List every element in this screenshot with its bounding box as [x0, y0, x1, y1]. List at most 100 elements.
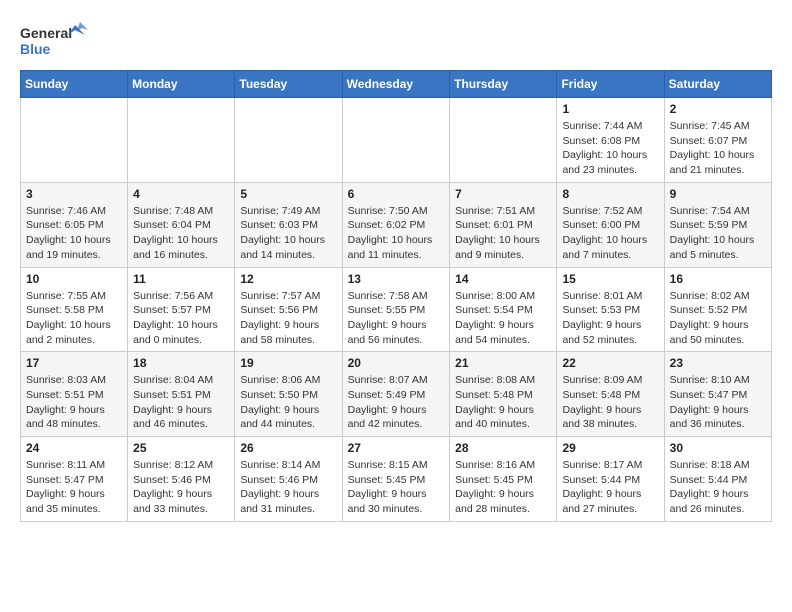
day-info: Sunrise: 8:04 AM Sunset: 5:51 PM Dayligh… [133, 373, 229, 432]
day-number: 27 [348, 441, 445, 455]
day-number: 24 [26, 441, 122, 455]
calendar-cell [450, 98, 557, 183]
calendar-week-1: 1Sunrise: 7:44 AM Sunset: 6:08 PM Daylig… [21, 98, 772, 183]
day-info: Sunrise: 8:17 AM Sunset: 5:44 PM Dayligh… [562, 458, 658, 517]
calendar-cell: 10 Sunrise: 7:55 AM Sunset: 5:58 PM Dayli… [21, 267, 128, 352]
day-number: 19 [240, 356, 336, 370]
calendar-cell: 18 Sunrise: 8:04 AM Sunset: 5:51 PM Dayli… [128, 352, 235, 437]
calendar-cell: 13 Sunrise: 7:58 AM Sunset: 5:55 PM Dayli… [342, 267, 450, 352]
day-number: 28 [455, 441, 551, 455]
day-info: Sunrise: 8:16 AM Sunset: 5:45 PM Dayligh… [455, 458, 551, 517]
day-info: Sunrise: 8:00 AM Sunset: 5:54 PM Dayligh… [455, 289, 551, 348]
day-info: Sunrise: 7:46 AM Sunset: 6:05 PM Dayligh… [26, 204, 122, 263]
day-info: Sunrise: 8:06 AM Sunset: 5:50 PM Dayligh… [240, 373, 336, 432]
calendar-cell: 2 Sunrise: 7:45 AM Sunset: 6:07 PM Daylig… [664, 98, 771, 183]
calendar-header-friday: Friday [557, 71, 664, 98]
page-header: GeneralBlue [20, 20, 772, 60]
calendar-cell: 4Sunrise: 7:48 AM Sunset: 6:04 PM Daylig… [128, 182, 235, 267]
calendar-cell: 14 Sunrise: 8:00 AM Sunset: 5:54 PM Dayli… [450, 267, 557, 352]
day-number: 10 [26, 272, 122, 286]
calendar-cell: 29 Sunrise: 8:17 AM Sunset: 5:44 PM Dayli… [557, 437, 664, 522]
day-number: 25 [133, 441, 229, 455]
calendar-cell: 28 Sunrise: 8:16 AM Sunset: 5:45 PM Dayli… [450, 437, 557, 522]
day-info: Sunrise: 7:50 AM Sunset: 6:02 PM Dayligh… [348, 204, 445, 263]
day-number: 2 [670, 102, 766, 116]
day-info: Sunrise: 8:07 AM Sunset: 5:49 PM Dayligh… [348, 373, 445, 432]
day-number: 12 [240, 272, 336, 286]
day-info: Sunrise: 7:51 AM Sunset: 6:01 PM Dayligh… [455, 204, 551, 263]
calendar-header-wednesday: Wednesday [342, 71, 450, 98]
calendar-cell: 27 Sunrise: 8:15 AM Sunset: 5:45 PM Dayli… [342, 437, 450, 522]
calendar-cell [128, 98, 235, 183]
day-number: 22 [562, 356, 658, 370]
logo: GeneralBlue [20, 20, 90, 60]
calendar-cell: 24 Sunrise: 8:11 AM Sunset: 5:47 PM Dayli… [21, 437, 128, 522]
calendar-cell: 25 Sunrise: 8:12 AM Sunset: 5:46 PM Dayli… [128, 437, 235, 522]
day-info: Sunrise: 7:57 AM Sunset: 5:56 PM Dayligh… [240, 289, 336, 348]
day-number: 9 [670, 187, 766, 201]
day-number: 6 [348, 187, 445, 201]
day-number: 17 [26, 356, 122, 370]
day-info: Sunrise: 8:09 AM Sunset: 5:48 PM Dayligh… [562, 373, 658, 432]
calendar-table: SundayMondayTuesdayWednesdayThursdayFrid… [20, 70, 772, 522]
calendar-header-tuesday: Tuesday [235, 71, 342, 98]
day-info: Sunrise: 7:58 AM Sunset: 5:55 PM Dayligh… [348, 289, 445, 348]
calendar-cell: 12 Sunrise: 7:57 AM Sunset: 5:56 PM Dayli… [235, 267, 342, 352]
day-info: Sunrise: 7:52 AM Sunset: 6:00 PM Dayligh… [562, 204, 658, 263]
day-number: 8 [562, 187, 658, 201]
day-info: Sunrise: 8:02 AM Sunset: 5:52 PM Dayligh… [670, 289, 766, 348]
day-info: Sunrise: 7:49 AM Sunset: 6:03 PM Dayligh… [240, 204, 336, 263]
calendar-cell: 5 Sunrise: 7:49 AM Sunset: 6:03 PM Daylig… [235, 182, 342, 267]
calendar-week-3: 10 Sunrise: 7:55 AM Sunset: 5:58 PM Dayli… [21, 267, 772, 352]
calendar-cell: 21Sunrise: 8:08 AM Sunset: 5:48 PM Dayli… [450, 352, 557, 437]
calendar-week-5: 24 Sunrise: 8:11 AM Sunset: 5:47 PM Dayli… [21, 437, 772, 522]
day-number: 18 [133, 356, 229, 370]
day-number: 5 [240, 187, 336, 201]
calendar-cell: 11Sunrise: 7:56 AM Sunset: 5:57 PM Dayli… [128, 267, 235, 352]
calendar-cell: 17 Sunrise: 8:03 AM Sunset: 5:51 PM Dayli… [21, 352, 128, 437]
calendar-header-monday: Monday [128, 71, 235, 98]
day-number: 4 [133, 187, 229, 201]
day-info: Sunrise: 8:03 AM Sunset: 5:51 PM Dayligh… [26, 373, 122, 432]
day-number: 13 [348, 272, 445, 286]
day-info: Sunrise: 7:55 AM Sunset: 5:58 PM Dayligh… [26, 289, 122, 348]
logo-svg: GeneralBlue [20, 20, 90, 60]
day-info: Sunrise: 7:44 AM Sunset: 6:08 PM Dayligh… [562, 119, 658, 178]
calendar-week-2: 3 Sunrise: 7:46 AM Sunset: 6:05 PM Daylig… [21, 182, 772, 267]
calendar-cell [342, 98, 450, 183]
calendar-header-thursday: Thursday [450, 71, 557, 98]
calendar-cell: 3 Sunrise: 7:46 AM Sunset: 6:05 PM Daylig… [21, 182, 128, 267]
day-number: 15 [562, 272, 658, 286]
day-info: Sunrise: 8:18 AM Sunset: 5:44 PM Dayligh… [670, 458, 766, 517]
calendar-cell: 6 Sunrise: 7:50 AM Sunset: 6:02 PM Daylig… [342, 182, 450, 267]
calendar-cell: 26Sunrise: 8:14 AM Sunset: 5:46 PM Dayli… [235, 437, 342, 522]
calendar-cell: 30 Sunrise: 8:18 AM Sunset: 5:44 PM Dayli… [664, 437, 771, 522]
day-number: 23 [670, 356, 766, 370]
day-info: Sunrise: 8:12 AM Sunset: 5:46 PM Dayligh… [133, 458, 229, 517]
svg-text:General: General [20, 25, 72, 41]
day-info: Sunrise: 8:01 AM Sunset: 5:53 PM Dayligh… [562, 289, 658, 348]
day-info: Sunrise: 8:15 AM Sunset: 5:45 PM Dayligh… [348, 458, 445, 517]
calendar-cell: 23Sunrise: 8:10 AM Sunset: 5:47 PM Dayli… [664, 352, 771, 437]
day-number: 7 [455, 187, 551, 201]
day-info: Sunrise: 7:56 AM Sunset: 5:57 PM Dayligh… [133, 289, 229, 348]
day-number: 3 [26, 187, 122, 201]
day-number: 14 [455, 272, 551, 286]
calendar-body: 1Sunrise: 7:44 AM Sunset: 6:08 PM Daylig… [21, 98, 772, 522]
day-number: 30 [670, 441, 766, 455]
day-number: 20 [348, 356, 445, 370]
calendar-cell: 19 Sunrise: 8:06 AM Sunset: 5:50 PM Dayli… [235, 352, 342, 437]
calendar-cell: 22 Sunrise: 8:09 AM Sunset: 5:48 PM Dayli… [557, 352, 664, 437]
day-number: 21 [455, 356, 551, 370]
day-info: Sunrise: 8:11 AM Sunset: 5:47 PM Dayligh… [26, 458, 122, 517]
calendar-cell: 20 Sunrise: 8:07 AM Sunset: 5:49 PM Dayli… [342, 352, 450, 437]
day-number: 29 [562, 441, 658, 455]
day-number: 16 [670, 272, 766, 286]
day-info: Sunrise: 7:45 AM Sunset: 6:07 PM Dayligh… [670, 119, 766, 178]
day-number: 26 [240, 441, 336, 455]
calendar-cell: 16 Sunrise: 8:02 AM Sunset: 5:52 PM Dayli… [664, 267, 771, 352]
calendar-cell: 15 Sunrise: 8:01 AM Sunset: 5:53 PM Dayli… [557, 267, 664, 352]
calendar-header-row: SundayMondayTuesdayWednesdayThursdayFrid… [21, 71, 772, 98]
calendar-header-sunday: Sunday [21, 71, 128, 98]
calendar-cell [235, 98, 342, 183]
